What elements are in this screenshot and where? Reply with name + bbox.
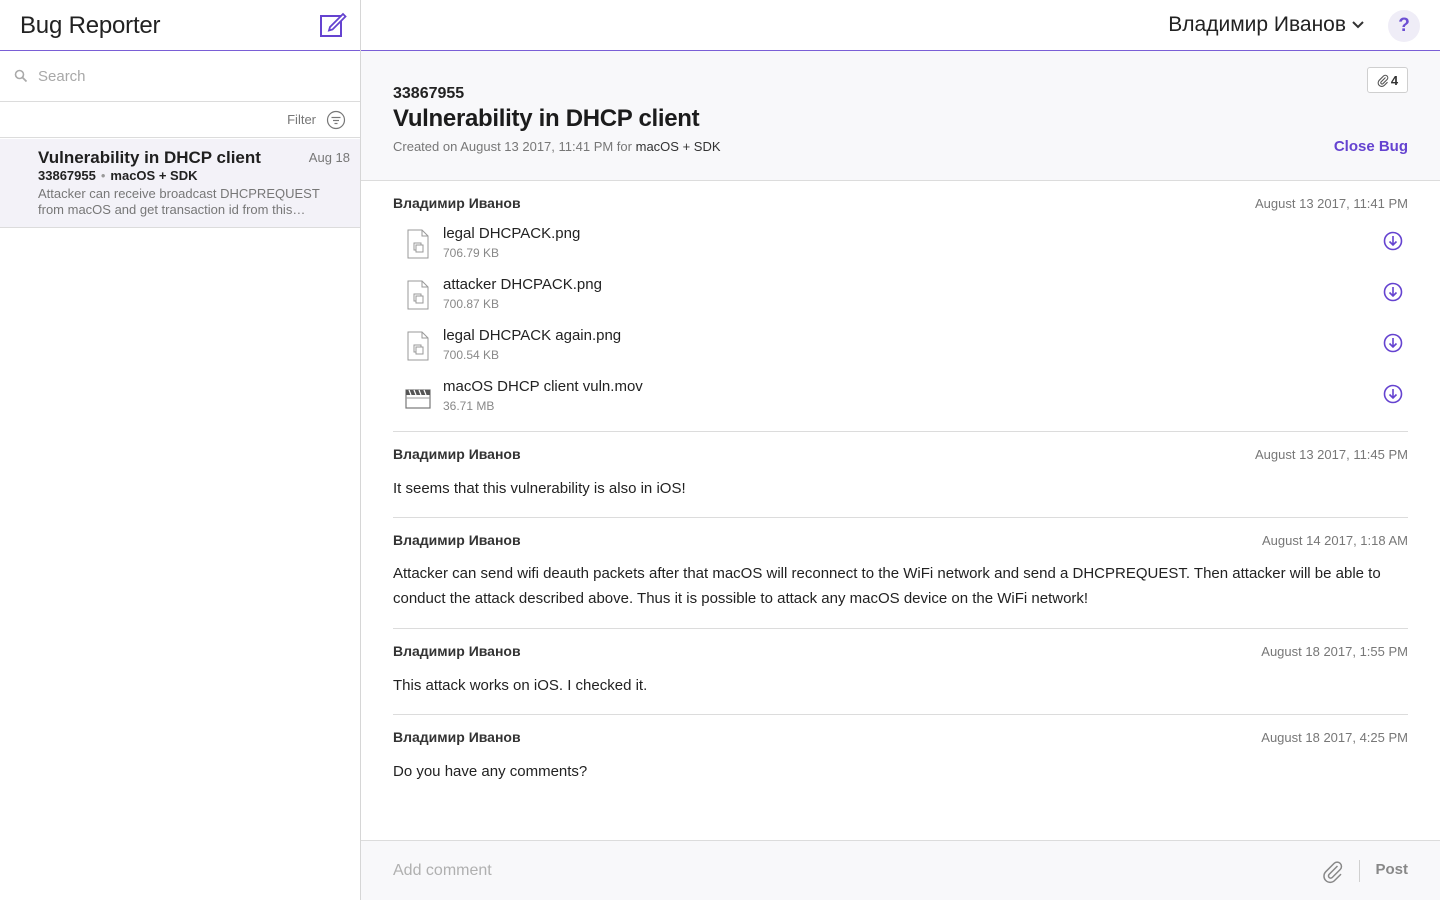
composer-divider — [1359, 860, 1360, 882]
attachment-item[interactable]: legal DHCPACK.png 706.79 KB — [393, 225, 1408, 273]
bug-platform: macOS + SDK — [635, 139, 721, 154]
filter-bar: Filter — [0, 102, 360, 138]
bug-title: Vulnerability in DHCP client — [393, 105, 700, 132]
attachment-size: 700.87 KB — [443, 297, 500, 311]
bug-list-item-id: 33867955 — [38, 168, 96, 183]
attachment-name[interactable]: legal DHCPACK.png — [443, 225, 580, 242]
attach-paperclip-icon[interactable] — [1322, 860, 1344, 884]
entry-author: Владимир Иванов — [393, 643, 521, 659]
image-file-icon — [407, 331, 429, 361]
post-button[interactable]: Post — [1375, 861, 1408, 878]
video-file-icon — [405, 389, 431, 409]
attachment-item[interactable]: attacker DHCPACK.png 700.87 KB — [393, 276, 1408, 324]
attachments-count: 4 — [1390, 72, 1399, 88]
bug-list-item-meta: 33867955 • macOS + SDK — [38, 168, 197, 183]
image-file-icon — [407, 229, 429, 259]
search-input[interactable] — [38, 64, 338, 88]
download-icon[interactable] — [1383, 282, 1403, 302]
entry-date: August 13 2017, 11:41 PM — [1255, 196, 1408, 211]
bug-header: 33867955 Vulnerability in DHCP client Cr… — [361, 51, 1440, 181]
attachment-name[interactable]: macOS DHCP client vuln.mov — [443, 378, 643, 395]
app-header: Bug Reporter Владимир Иванов ? — [0, 0, 1440, 51]
attachment-item[interactable]: macOS DHCP client vuln.mov 36.71 MB — [393, 378, 1408, 426]
filter-label[interactable]: Filter — [287, 112, 316, 127]
thread-entry: Владимир Иванов August 14 2017, 1:18 AM … — [393, 518, 1408, 629]
bug-list-item-platform: macOS + SDK — [110, 168, 198, 183]
thread-entry: Владимир Иванов August 13 2017, 11:41 PM… — [393, 181, 1408, 432]
download-icon[interactable] — [1383, 333, 1403, 353]
download-icon[interactable] — [1383, 231, 1403, 251]
separator-dot: • — [100, 168, 106, 183]
entry-date: August 18 2017, 1:55 PM — [1261, 644, 1408, 659]
bug-list-item-title: Vulnerability in DHCP client — [38, 148, 261, 167]
entry-author: Владимир Иванов — [393, 532, 521, 548]
sidebar: Filter Vulnerability in DHCP client Aug … — [0, 51, 361, 900]
close-bug-button[interactable]: Close Bug — [1334, 138, 1408, 155]
thread-entry: Владимир Иванов August 13 2017, 11:45 PM… — [393, 432, 1408, 518]
entry-date: August 18 2017, 4:25 PM — [1261, 730, 1408, 745]
header-divider — [360, 0, 361, 51]
help-button[interactable]: ? — [1388, 10, 1420, 42]
attachment-name[interactable]: attacker DHCPACK.png — [443, 276, 602, 293]
comment-thread: Владимир Иванов August 13 2017, 11:41 PM… — [393, 181, 1408, 801]
compose-icon[interactable] — [319, 12, 347, 38]
entry-text: Do you have any comments? — [393, 763, 588, 780]
entry-author: Владимир Иванов — [393, 446, 521, 462]
search-bar — [0, 51, 360, 102]
attachment-name[interactable]: legal DHCPACK again.png — [443, 327, 621, 344]
user-menu[interactable]: Владимир Иванов — [1168, 13, 1364, 37]
comment-composer: Post — [361, 840, 1440, 900]
bug-list-item-summary: Attacker can receive broadcast DHCPREQUE… — [38, 186, 320, 217]
attachment-item[interactable]: legal DHCPACK again.png 700.54 KB — [393, 327, 1408, 375]
user-name: Владимир Иванов — [1168, 13, 1346, 36]
entry-date: August 13 2017, 11:45 PM — [1255, 447, 1408, 462]
attachment-size: 36.71 MB — [443, 399, 495, 413]
download-icon[interactable] — [1383, 384, 1403, 404]
bug-list-item[interactable]: Vulnerability in DHCP client Aug 18 3386… — [0, 139, 360, 228]
entry-text: This attack works on iOS. I checked it. — [393, 677, 648, 694]
filter-icon[interactable] — [326, 110, 346, 130]
thread-entry: Владимир Иванов August 18 2017, 1:55 PM … — [393, 629, 1408, 715]
entry-author: Владимир Иванов — [393, 729, 521, 745]
image-file-icon — [407, 280, 429, 310]
bug-detail: 33867955 Vulnerability in DHCP client Cr… — [361, 51, 1440, 900]
attachment-size: 700.54 KB — [443, 348, 500, 362]
bug-created-text: Created on August 13 2017, 11:41 PM for — [393, 139, 632, 154]
bug-created-info: Created on August 13 2017, 11:41 PM for … — [393, 139, 721, 154]
bug-list-item-date: Aug 18 — [308, 150, 350, 165]
attachment-size: 706.79 KB — [443, 246, 500, 260]
chevron-down-icon — [1352, 21, 1364, 29]
entry-text: It seems that this vulnerability is also… — [393, 480, 686, 497]
entry-text: Attacker can send wifi deauth packets af… — [393, 565, 1381, 607]
search-icon — [14, 69, 28, 83]
selection-indicator — [0, 139, 3, 227]
thread-entry: Владимир Иванов August 18 2017, 4:25 PM … — [393, 715, 1408, 801]
comment-input[interactable] — [393, 859, 1293, 883]
entry-date: August 14 2017, 1:18 AM — [1262, 533, 1408, 548]
attachments-count-button[interactable]: 4 — [1367, 67, 1408, 93]
app-title: Bug Reporter — [20, 12, 161, 39]
paperclip-icon — [1377, 74, 1389, 87]
entry-author: Владимир Иванов — [393, 195, 521, 211]
bug-number: 33867955 — [393, 85, 465, 102]
